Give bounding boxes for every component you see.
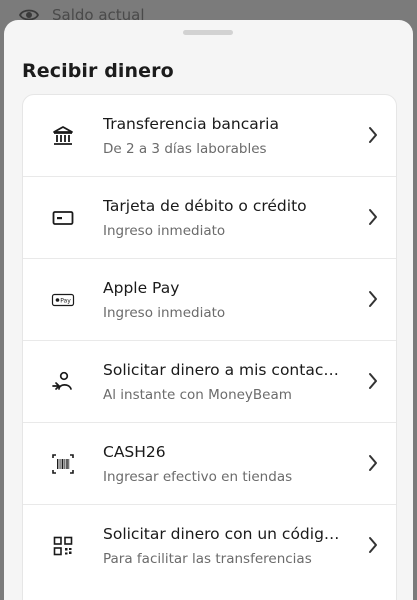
chevron-right-icon	[369, 455, 377, 471]
option-title: Apple Pay	[103, 279, 180, 297]
option-title: Solicitar dinero con un código QR	[103, 525, 343, 543]
option-subtitle: De 2 a 3 días laborables	[103, 141, 267, 157]
option-subtitle: Para facilitar las transferencias	[103, 551, 312, 567]
barcode-icon	[51, 452, 75, 476]
options-list: Transferencia bancaria De 2 a 3 días lab…	[22, 94, 397, 600]
option-subtitle: Ingresar efectivo en tiendas	[103, 469, 293, 485]
option-subtitle: Ingreso inmediato	[103, 223, 226, 239]
option-subtitle: Ingreso inmediato	[103, 305, 226, 321]
option-title: Solicitar dinero a mis contactos	[103, 361, 343, 379]
chevron-right-icon	[369, 537, 377, 553]
option-title: CASH26	[103, 443, 166, 461]
option-bank-transfer[interactable]: Transferencia bancaria De 2 a 3 días lab…	[23, 95, 396, 177]
option-title: Transferencia bancaria	[103, 115, 279, 133]
qr-code-icon	[51, 534, 75, 558]
option-debit-credit-card[interactable]: Tarjeta de débito o crédito Ingreso inme…	[23, 177, 396, 259]
receive-money-sheet: Recibir dinero Transferencia bancaria De…	[4, 20, 413, 600]
svg-text:Pay: Pay	[60, 297, 71, 304]
option-apple-pay[interactable]: Pay Apple Pay Ingreso inmediato	[23, 259, 396, 341]
chevron-right-icon	[369, 209, 377, 225]
bank-icon	[51, 124, 75, 148]
option-subtitle: Al instante con MoneyBeam	[103, 387, 292, 403]
chevron-right-icon	[369, 373, 377, 389]
option-title: Tarjeta de débito o crédito	[103, 197, 307, 215]
chevron-right-icon	[369, 127, 377, 143]
option-request-contacts[interactable]: Solicitar dinero a mis contactos Al inst…	[23, 341, 396, 423]
apple-pay-icon: Pay	[51, 288, 75, 312]
contact-request-icon	[51, 370, 75, 394]
option-cash26[interactable]: CASH26 Ingresar efectivo en tiendas	[23, 423, 396, 505]
option-qr-code-request[interactable]: Solicitar dinero con un código QR Para f…	[23, 505, 396, 587]
chevron-right-icon	[369, 291, 377, 307]
sheet-drag-handle[interactable]	[183, 30, 233, 35]
sheet-title: Recibir dinero	[22, 60, 174, 82]
card-icon	[51, 206, 75, 230]
